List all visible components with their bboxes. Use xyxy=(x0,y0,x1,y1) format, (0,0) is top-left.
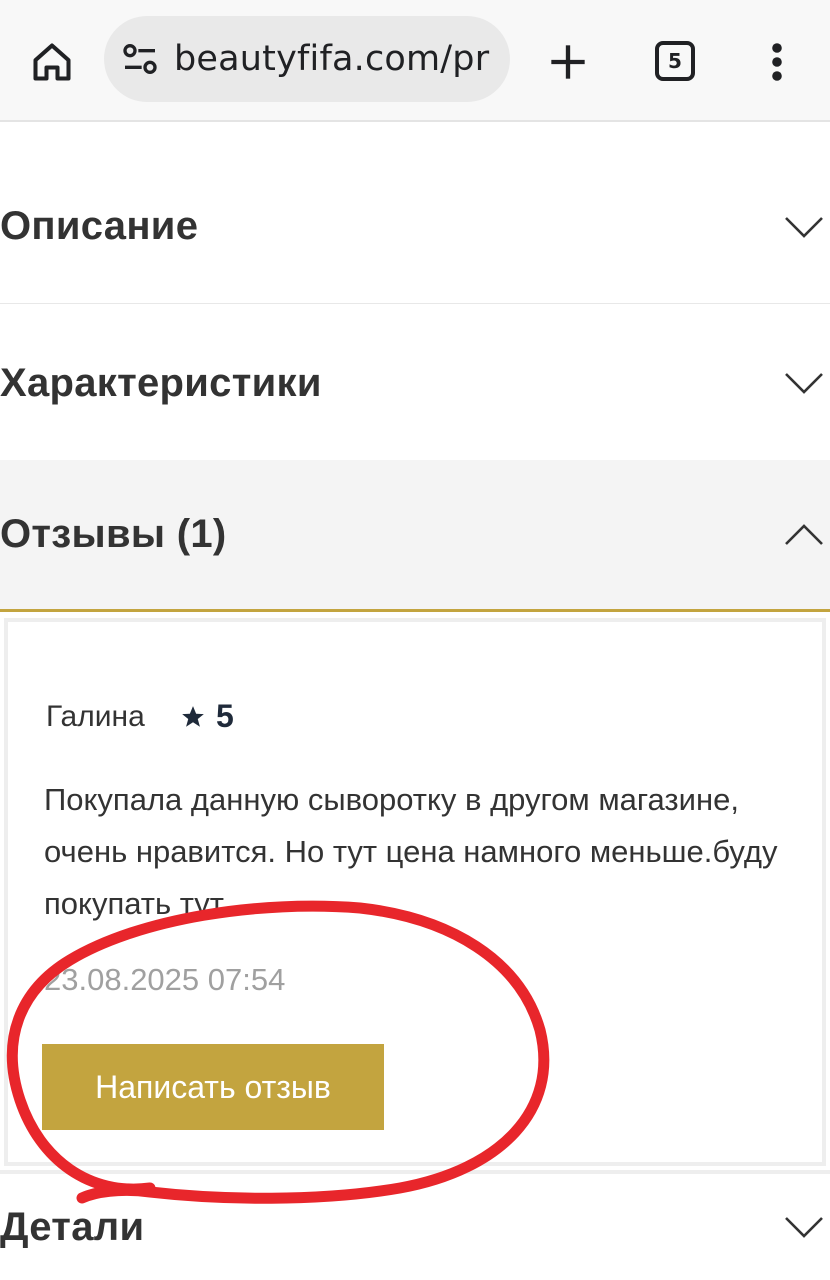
menu-button[interactable] xyxy=(762,34,792,90)
address-bar[interactable]: beautyfifa.com/pr xyxy=(104,16,510,102)
tab-switcher-button[interactable]: 5 xyxy=(655,41,695,81)
browser-toolbar: beautyfifa.com/pr 5 xyxy=(0,0,830,122)
accordion-title: Детали xyxy=(0,1204,145,1249)
url-text[interactable]: beautyfifa.com/pr xyxy=(174,36,489,82)
home-icon xyxy=(33,43,71,81)
tabs-icon: 5 xyxy=(668,49,682,73)
review-text: Покупала данную сыворотку в другом магаз… xyxy=(44,782,778,921)
chevron-down-icon xyxy=(785,1217,823,1238)
chevron-up-icon xyxy=(785,523,823,545)
review-rating: 5 xyxy=(180,698,234,735)
review-date: 23.08.2025 07:54 xyxy=(44,962,286,997)
more-vert-icon xyxy=(772,43,782,81)
review-author: Галина xyxy=(46,700,145,733)
chevron-down-icon xyxy=(785,216,823,238)
site-settings-icon[interactable] xyxy=(120,39,160,79)
star-icon xyxy=(182,705,204,727)
accordion-reviews[interactable]: Отзывы (1) xyxy=(0,460,830,612)
accordion-title: Описание xyxy=(0,204,199,248)
accordion-details[interactable]: Детали xyxy=(0,1170,830,1280)
plus-icon xyxy=(551,45,585,79)
new-tab-button[interactable] xyxy=(540,34,596,90)
accordion-title: Отзывы (1) xyxy=(0,512,227,556)
page: beautyfifa.com/pr 5 Описание Характерист… xyxy=(0,0,830,1280)
home-button[interactable] xyxy=(24,34,80,90)
accordion-title: Характеристики xyxy=(0,360,322,405)
reviews-panel: Галина 5 Покупала данную сыворотку в дру… xyxy=(4,618,826,1166)
write-review-button[interactable]: Написать отзыв xyxy=(42,1044,384,1130)
accordion-characteristics[interactable]: Характеристики xyxy=(0,306,830,460)
rating-value: 5 xyxy=(216,698,234,734)
accordion-description[interactable]: Описание xyxy=(0,150,830,304)
chevron-down-icon xyxy=(785,373,823,394)
